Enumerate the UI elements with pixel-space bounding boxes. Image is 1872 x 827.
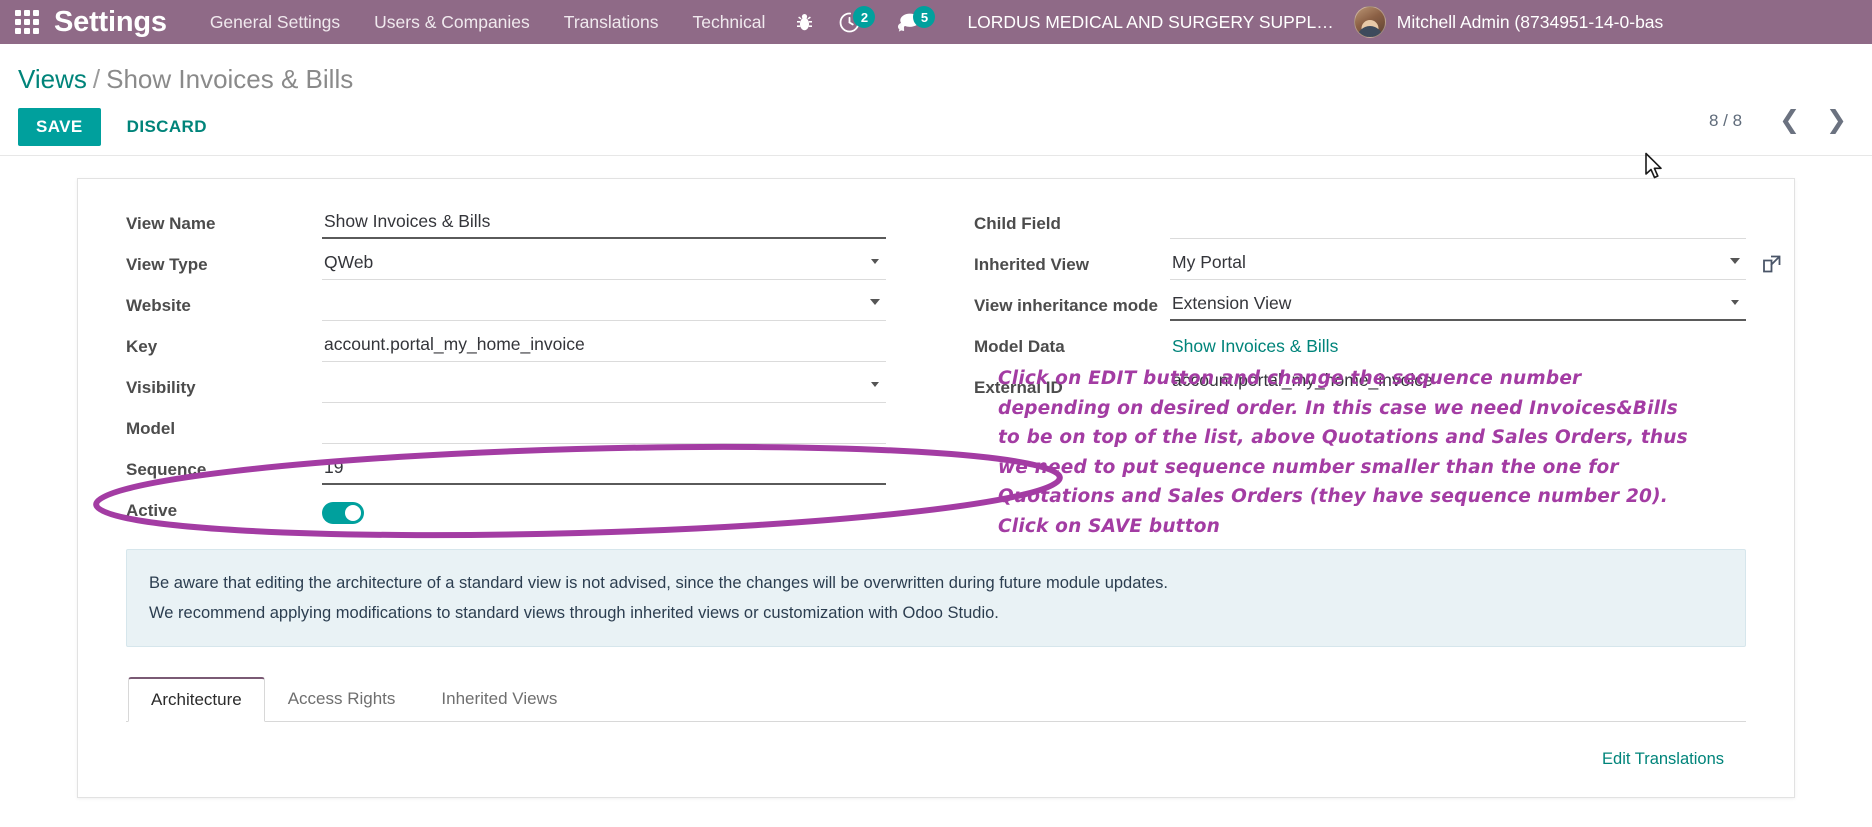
inherited-view-open-button[interactable] <box>1760 252 1784 276</box>
pager-previous-button[interactable]: ❮ <box>1768 106 1811 135</box>
inheritance-mode-select[interactable] <box>1170 287 1746 321</box>
view-name-input[interactable] <box>322 205 886 239</box>
field-external-id: External ID account.portal_my_home_invoi… <box>974 369 1746 410</box>
alert-line-2: We recommend applying modifications to s… <box>149 604 999 622</box>
model-input[interactable] <box>322 410 886 444</box>
field-inheritance-mode: View inheritance mode <box>974 287 1746 328</box>
avatar <box>1353 6 1386 38</box>
discard-button[interactable]: DISCARD <box>111 108 223 146</box>
breadcrumb: Views / Show Invoices & Bills <box>18 44 1854 96</box>
activities-count-badge: 2 <box>853 6 876 28</box>
field-active-label: Active <box>126 501 178 520</box>
breadcrumb-views-link[interactable]: Views <box>18 64 87 94</box>
pager-next-button[interactable]: ❯ <box>1815 106 1858 135</box>
view-type-select[interactable] <box>322 246 886 280</box>
messages-button[interactable]: 5 <box>885 0 945 44</box>
notebook-tabs: Architecture Access Rights Inherited Vie… <box>126 677 1746 722</box>
pager-count: 8 / 8 <box>1709 110 1743 130</box>
tab-access-rights[interactable]: Access Rights <box>265 677 419 722</box>
field-view-type: View Type <box>126 246 886 287</box>
active-toggle-knob <box>345 505 361 521</box>
child-field-input[interactable] <box>1170 205 1746 239</box>
sequence-input[interactable] <box>322 451 886 485</box>
field-view-name: View Name <box>126 205 886 246</box>
field-model: Model <box>126 410 886 451</box>
app-root: Settings General Settings Users & Compan… <box>0 0 1872 827</box>
menu-translations[interactable]: Translations <box>547 0 676 44</box>
field-external-id-label: External ID <box>974 378 1063 397</box>
form-column-right: Child Field Inherited View My Portal Vie… <box>936 205 1781 533</box>
external-id-value: account.portal_my_home_invoice <box>1172 370 1433 390</box>
form-columns: View Name View Type Website <box>126 205 1781 533</box>
field-view-type-label: View Type <box>126 255 208 274</box>
active-toggle[interactable] <box>322 502 364 524</box>
top-navbar: Settings General Settings Users & Compan… <box>0 0 1872 44</box>
field-model-data-label: Model Data <box>974 337 1065 356</box>
debug-menu-button[interactable] <box>782 0 827 44</box>
form-column-left: View Name View Type Website <box>126 205 936 533</box>
visibility-select[interactable] <box>322 369 886 403</box>
field-website: Website <box>126 287 886 328</box>
field-inheritance-mode-label: View inheritance mode <box>974 296 1158 315</box>
field-visibility-label: Visibility <box>126 378 196 397</box>
user-menu[interactable]: Mitchell Admin (8734951-14-0-bas <box>1348 6 1664 38</box>
user-name-label: Mitchell Admin (8734951-14-0-bas <box>1396 11 1664 32</box>
form-sheet: View Name View Type Website <box>77 178 1795 798</box>
tab-architecture[interactable]: Architecture <box>128 677 265 722</box>
field-active: Active <box>126 492 886 533</box>
field-child-field: Child Field <box>974 205 1746 246</box>
field-sequence-label: Sequence <box>126 460 207 479</box>
field-key: Key <box>126 328 886 369</box>
field-visibility: Visibility <box>126 369 886 410</box>
activities-button[interactable]: 2 <box>827 0 885 44</box>
breadcrumb-separator: / <box>92 64 101 94</box>
menu-technical[interactable]: Technical <box>675 0 782 44</box>
tab-panel-architecture: Edit Translations <box>126 722 1746 792</box>
field-website-label: Website <box>126 296 191 315</box>
field-key-label: Key <box>126 337 158 356</box>
record-pager: 8 / 8 ❮ ❯ <box>1709 106 1858 135</box>
menu-users-companies[interactable]: Users & Companies <box>357 0 547 44</box>
tab-inherited-views[interactable]: Inherited Views <box>418 677 580 722</box>
menu-general-settings[interactable]: General Settings <box>193 0 357 44</box>
field-sequence: Sequence <box>126 451 886 492</box>
inherited-view-select[interactable] <box>1170 246 1746 280</box>
field-view-name-label: View Name <box>126 214 216 233</box>
architecture-warning-alert: Be aware that editing the architecture o… <box>126 549 1746 647</box>
model-data-link[interactable]: Show Invoices & Bills <box>1170 328 1340 364</box>
field-inherited-view-label: Inherited View <box>974 255 1089 274</box>
external-link-icon <box>1763 255 1781 273</box>
alert-line-1: Be aware that editing the architecture o… <box>149 574 1169 592</box>
field-model-label: Model <box>126 419 176 438</box>
record-action-buttons: SAVE DISCARD <box>18 108 1854 146</box>
messages-count-badge: 5 <box>913 6 936 28</box>
save-button[interactable]: SAVE <box>18 108 101 146</box>
app-brand-title[interactable]: Settings <box>54 6 193 39</box>
form-background: View Name View Type Website <box>0 156 1872 827</box>
field-inherited-view: Inherited View <box>974 246 1781 287</box>
edit-translations-link[interactable]: Edit Translations <box>1602 750 1724 769</box>
company-switcher[interactable]: LORDUS MEDICAL AND SURGERY SUPPL… <box>945 12 1347 33</box>
apps-grid-icon <box>15 10 39 34</box>
apps-menu-button[interactable] <box>0 0 54 44</box>
bug-icon <box>797 13 813 30</box>
key-input[interactable] <box>322 328 886 362</box>
website-select[interactable] <box>322 287 886 321</box>
field-child-field-label: Child Field <box>974 214 1061 233</box>
breadcrumb-current-record: Show Invoices & Bills <box>106 64 354 94</box>
control-panel: Views / Show Invoices & Bills SAVE DISCARD… <box>0 44 1872 156</box>
